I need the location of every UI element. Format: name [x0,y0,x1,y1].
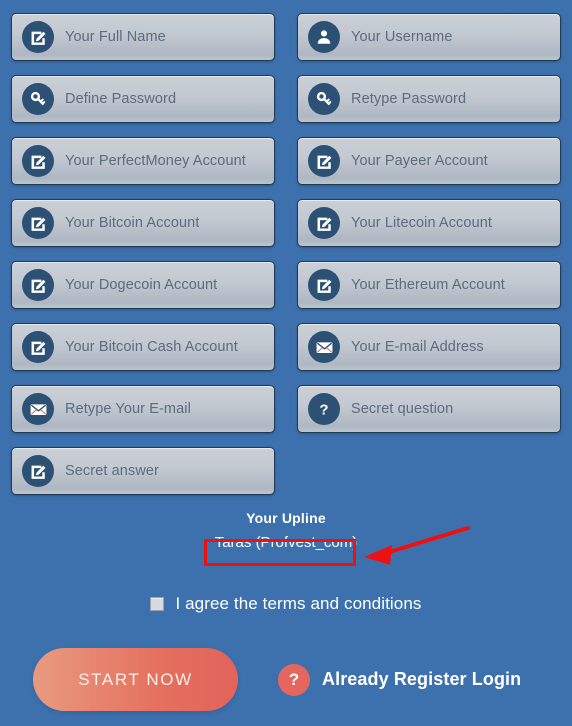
field-cell-perfectmoney-account: Your PerfectMoney Account [0,137,286,199]
field-cell-bitcoin-cash-account: Your Bitcoin Cash Account [0,323,286,385]
input-placeholder-bitcoin-account: Your Bitcoin Account [65,215,200,231]
edit-pencil-square-icon [22,331,54,363]
input-secret-answer[interactable]: Secret answer [11,447,275,495]
edit-pencil-square-icon [22,455,54,487]
input-define-password[interactable]: Define Password [11,75,275,123]
actions-row: START NOW ? Already Register Login [0,648,572,711]
input-full-name[interactable]: Your Full Name [11,13,275,61]
input-placeholder-define-password: Define Password [65,91,177,107]
already-register-login-link[interactable]: ? Already Register Login [278,663,521,696]
envelope-mail-icon [22,393,54,425]
question-mark-icon: ? [278,663,310,696]
input-placeholder-ethereum-account: Your Ethereum Account [351,277,505,293]
input-dogecoin-account[interactable]: Your Dogecoin Account [11,261,275,309]
input-payeer-account[interactable]: Your Payeer Account [297,137,561,185]
user-person-icon [308,21,340,53]
svg-text:?: ? [319,401,328,418]
edit-pencil-square-icon [22,269,54,301]
edit-pencil-square-icon [308,269,340,301]
field-cell-secret-question: ? Secret question [286,385,572,447]
input-email-address[interactable]: Your E-mail Address [297,323,561,371]
input-placeholder-litecoin-account: Your Litecoin Account [351,215,493,231]
input-secret-question[interactable]: ? Secret question [297,385,561,433]
already-register-login-label[interactable]: Already Register Login [322,669,521,690]
input-placeholder-perfectmoney-account: Your PerfectMoney Account [65,153,246,169]
edit-pencil-square-icon [22,21,54,53]
input-placeholder-username: Your Username [351,29,453,45]
input-username[interactable]: Your Username [297,13,561,61]
form-fields-grid: Your Full Name Your Username Define Passwo… [0,0,572,509]
upline-title: Your Upline [246,510,326,526]
field-cell-username: Your Username [286,13,572,75]
terms-row[interactable]: I agree the terms and conditions [0,594,572,614]
input-bitcoin-account[interactable]: Your Bitcoin Account [11,199,275,247]
edit-pencil-square-icon [22,207,54,239]
terms-label[interactable]: I agree the terms and conditions [175,594,421,614]
input-placeholder-payeer-account: Your Payeer Account [351,153,488,169]
field-cell-litecoin-account: Your Litecoin Account [286,199,572,261]
upline-value-row: Taras (Profvest_com) [0,533,572,554]
edit-pencil-square-icon [308,145,340,177]
field-cell-retype-email: Retype Your E-mail [0,385,286,447]
edit-pencil-square-icon [22,145,54,177]
input-placeholder-dogecoin-account: Your Dogecoin Account [65,277,218,293]
upline-value: Taras (Profvest_com) [214,534,358,551]
input-ethereum-account[interactable]: Your Ethereum Account [297,261,561,309]
upline-section: Your Upline Taras (Profvest_com) [0,510,572,554]
input-placeholder-email-address: Your E-mail Address [351,339,484,355]
input-placeholder-retype-email: Retype Your E-mail [65,401,191,417]
field-cell-full-name: Your Full Name [0,13,286,75]
field-cell-payeer-account: Your Payeer Account [286,137,572,199]
field-cell-define-password: Define Password [0,75,286,137]
key-icon [308,83,340,115]
start-now-button[interactable]: START NOW [33,648,238,711]
input-bitcoin-cash-account[interactable]: Your Bitcoin Cash Account [11,323,275,371]
input-placeholder-secret-question: Secret question [351,401,454,417]
input-retype-password[interactable]: Retype Password [297,75,561,123]
field-cell-retype-password: Retype Password [286,75,572,137]
field-cell-email-address: Your E-mail Address [286,323,572,385]
edit-pencil-square-icon [308,207,340,239]
field-cell-dogecoin-account: Your Dogecoin Account [0,261,286,323]
key-icon [22,83,54,115]
input-litecoin-account[interactable]: Your Litecoin Account [297,199,561,247]
input-placeholder-bitcoin-cash-account: Your Bitcoin Cash Account [65,339,238,355]
field-cell-secret-answer: Secret answer [0,447,286,509]
input-placeholder-retype-password: Retype Password [351,91,467,107]
input-perfectmoney-account[interactable]: Your PerfectMoney Account [11,137,275,185]
registration-form: Your Full Name Your Username Define Passwo… [0,0,572,726]
envelope-mail-icon [308,331,340,363]
input-placeholder-full-name: Your Full Name [65,29,166,45]
field-cell-bitcoin-account: Your Bitcoin Account [0,199,286,261]
terms-checkbox[interactable] [150,597,165,611]
field-cell-ethereum-account: Your Ethereum Account [286,261,572,323]
question-mark-icon: ? [308,393,340,425]
input-retype-email[interactable]: Retype Your E-mail [11,385,275,433]
input-placeholder-secret-answer: Secret answer [65,463,159,479]
